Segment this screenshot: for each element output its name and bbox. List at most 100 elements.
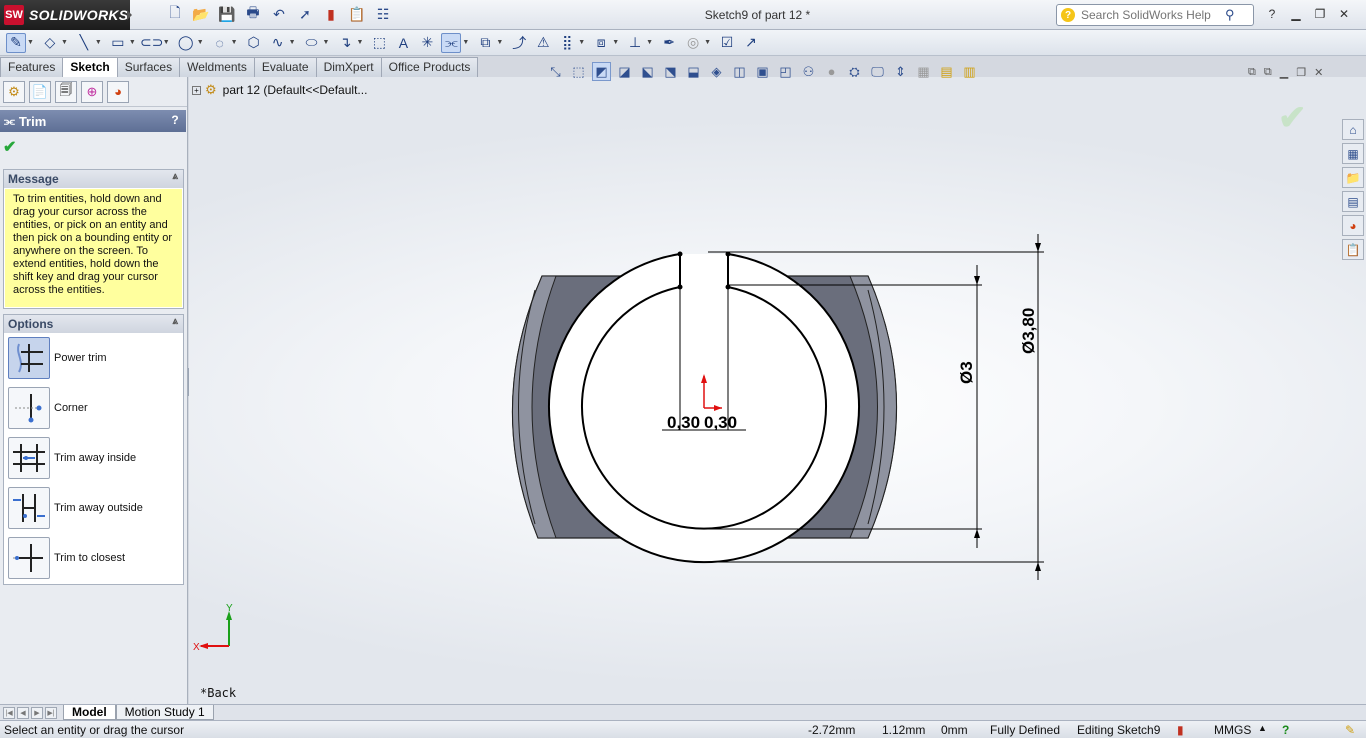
text-icon[interactable]: A bbox=[393, 33, 413, 53]
feature-manager-icon[interactable]: ⚙ bbox=[3, 80, 25, 103]
option-trim-to-closest[interactable]: Trim to closest bbox=[4, 533, 183, 583]
dropdown-arrow-icon[interactable]: ▼ bbox=[289, 39, 296, 46]
apply-scene-icon[interactable]: ◫ bbox=[730, 62, 749, 81]
help-menu-icon[interactable]: ? bbox=[1264, 6, 1280, 22]
section-view-icon[interactable]: ◪ bbox=[615, 62, 634, 81]
tile-right-icon[interactable]: ⧉ bbox=[1264, 66, 1272, 79]
edit-appearance-icon[interactable]: ◈ bbox=[707, 62, 726, 81]
configuration-manager-icon[interactable]: 🗐 bbox=[55, 80, 77, 103]
appearances-icon[interactable]: ◕ bbox=[1342, 215, 1364, 236]
trim-entities-icon[interactable]: ⫘ bbox=[441, 32, 462, 53]
tree-root-label[interactable]: part 12 (Default<<Default... bbox=[223, 83, 368, 97]
rebuild-status-icon[interactable]: ▮ bbox=[1177, 723, 1184, 737]
tab-evaluate[interactable]: Evaluate bbox=[253, 57, 317, 77]
design-library-icon[interactable]: ▦ bbox=[1342, 143, 1364, 164]
plane-icon[interactable]: ⬚ bbox=[369, 33, 389, 53]
smart-dimension-icon[interactable]: ◇ bbox=[40, 33, 60, 53]
point-icon[interactable]: ✳ bbox=[417, 33, 437, 53]
tile-left-icon[interactable]: ⧉ bbox=[1248, 66, 1256, 79]
shadows-icon[interactable]: ⚇ bbox=[799, 62, 818, 81]
rebuild-traffic-light-icon[interactable]: ▮ bbox=[321, 5, 341, 23]
restore-icon[interactable]: ❐ bbox=[1312, 6, 1328, 22]
dropdown-arrow-icon[interactable]: ▼ bbox=[163, 39, 170, 46]
sketch-drawing[interactable]: 0,30 0,30 Ø3 Ø3,80 Y X bbox=[189, 77, 1366, 704]
scene-icon[interactable]: ⛭ bbox=[845, 62, 864, 81]
linear-pattern-icon[interactable]: ⣿ bbox=[557, 33, 577, 53]
menu-expand-arrow-icon[interactable] bbox=[127, 10, 132, 20]
instant-2d-icon[interactable]: ↗ bbox=[741, 33, 761, 53]
dropdown-arrow-icon[interactable]: ▼ bbox=[231, 39, 238, 46]
view-settings-icon[interactable]: ▣ bbox=[753, 62, 772, 81]
first-tab-arrow-icon[interactable]: |◀ bbox=[3, 706, 15, 719]
rapid-sketch-icon[interactable]: ☑ bbox=[717, 33, 737, 53]
graphics-area[interactable]: 0,30 0,30 Ø3 Ø3,80 Y X *Back bbox=[189, 77, 1366, 704]
property-manager-icon[interactable]: 📄 bbox=[29, 80, 51, 103]
ambient-occlusion-icon[interactable]: ● bbox=[822, 62, 841, 81]
confirmation-corner-check-icon[interactable]: ✔ bbox=[1278, 98, 1307, 138]
viewport-minimize-icon[interactable]: ▁ bbox=[1280, 66, 1288, 79]
dimxpert-manager-icon[interactable]: ⊕ bbox=[81, 80, 103, 103]
dropdown-arrow-icon[interactable]: ▼ bbox=[646, 39, 653, 46]
solidworks-logo[interactable]: SW SOLIDWORKS bbox=[0, 0, 130, 30]
edit-note-icon[interactable]: ✎ bbox=[1345, 723, 1355, 737]
mirror-entities-icon[interactable]: ⚠ bbox=[533, 33, 553, 53]
dropdown-arrow-icon[interactable]: ▼ bbox=[612, 39, 619, 46]
view-cube-icon[interactable]: ▦ bbox=[914, 62, 933, 81]
sketch-icon[interactable]: ✎ bbox=[6, 32, 26, 53]
tab-sketch[interactable]: Sketch bbox=[62, 57, 118, 78]
viewport-close-icon[interactable]: ✕ bbox=[1314, 66, 1323, 79]
display-style-icon[interactable]: ⬔ bbox=[661, 62, 680, 81]
zoom-area-icon[interactable]: ⬚ bbox=[569, 62, 588, 81]
dropdown-arrow-icon[interactable]: ▼ bbox=[496, 39, 503, 46]
tab-weldments[interactable]: Weldments bbox=[179, 57, 255, 77]
collapse-chevron-icon[interactable]: ⩓ bbox=[172, 171, 178, 182]
options-icon[interactable]: ☷ bbox=[373, 5, 393, 23]
rectangle-icon[interactable]: ▭ bbox=[108, 33, 128, 53]
dropdown-arrow-icon[interactable]: ▼ bbox=[27, 39, 34, 46]
units-menu-arrow-icon[interactable]: ▲ bbox=[1258, 723, 1267, 733]
appearance-folder-icon[interactable]: ▥ bbox=[960, 62, 979, 81]
select-cursor-icon[interactable]: ➚ bbox=[295, 5, 315, 23]
dropdown-arrow-icon[interactable]: ▼ bbox=[462, 39, 469, 46]
spline-icon[interactable]: ∿ bbox=[268, 33, 288, 53]
close-icon[interactable]: ✕ bbox=[1336, 6, 1352, 22]
realview-icon[interactable]: ◰ bbox=[776, 62, 795, 81]
dropdown-arrow-icon[interactable]: ▼ bbox=[61, 39, 68, 46]
custom-properties-icon[interactable]: 📋 bbox=[1342, 239, 1364, 260]
quick-tips-icon[interactable]: ? bbox=[1282, 723, 1289, 737]
home-icon[interactable]: ⌂ bbox=[1342, 119, 1364, 140]
tab-office-products[interactable]: Office Products bbox=[380, 57, 479, 77]
dropdown-arrow-icon[interactable]: ▼ bbox=[323, 39, 330, 46]
convert-entities-icon[interactable]: ⧉ bbox=[475, 33, 495, 53]
option-trim-away-inside[interactable]: Trim away inside bbox=[4, 433, 183, 483]
circle-icon[interactable]: ◯ bbox=[176, 33, 196, 53]
search-icon[interactable]: ⚲ bbox=[1225, 7, 1235, 23]
help-search-box[interactable]: ? ⚲ bbox=[1056, 4, 1254, 26]
dropdown-arrow-icon[interactable]: ▼ bbox=[129, 39, 136, 46]
open-folder-icon[interactable]: 📂 bbox=[191, 5, 211, 23]
display-manager-icon[interactable]: ◕ bbox=[107, 80, 129, 103]
display-relations-icon[interactable]: ⊥ bbox=[625, 33, 645, 53]
line-icon[interactable]: ╲ bbox=[74, 33, 94, 53]
file-explorer-icon[interactable]: 📁 bbox=[1342, 167, 1364, 188]
fillet-icon[interactable]: ↴ bbox=[335, 33, 355, 53]
component-icon[interactable]: ▤ bbox=[937, 62, 956, 81]
tab-dimxpert[interactable]: DimXpert bbox=[315, 57, 382, 77]
expand-tree-icon[interactable]: + bbox=[192, 85, 201, 95]
tab-features[interactable]: Features bbox=[0, 57, 64, 77]
trim-to-closest-icon[interactable] bbox=[8, 537, 50, 579]
status-units[interactable]: MMGS bbox=[1214, 723, 1251, 737]
tab-surfaces[interactable]: Surfaces bbox=[116, 57, 181, 77]
trim-outside-icon[interactable] bbox=[8, 487, 50, 529]
viewport-restore-icon[interactable]: ❐ bbox=[1296, 66, 1306, 79]
repair-sketch-icon[interactable]: ✒ bbox=[659, 33, 679, 53]
previous-view-icon[interactable]: ◩ bbox=[592, 62, 611, 81]
tab-model[interactable]: Model bbox=[63, 705, 116, 720]
prev-tab-arrow-icon[interactable]: ◀ bbox=[17, 706, 29, 719]
corner-trim-icon[interactable] bbox=[8, 387, 50, 429]
option-trim-away-outside[interactable]: Trim away outside bbox=[4, 483, 183, 533]
rotate-icon[interactable]: ⇕ bbox=[891, 62, 910, 81]
option-power-trim[interactable]: Power trim bbox=[4, 333, 183, 383]
ellipse-icon[interactable]: ⬭ bbox=[302, 33, 322, 53]
quick-snaps-icon[interactable]: ◎ bbox=[683, 33, 703, 53]
